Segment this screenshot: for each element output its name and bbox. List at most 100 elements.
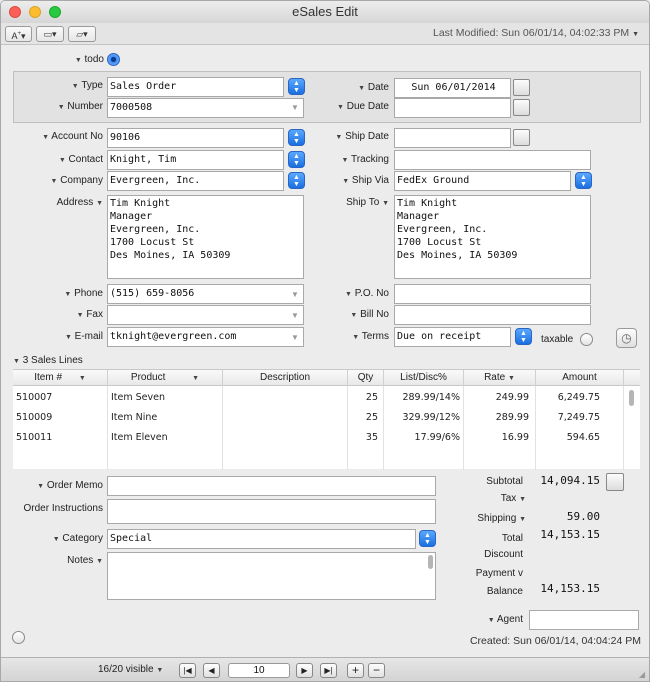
po-no-label: ▼ P.O. No bbox=[345, 288, 389, 299]
col-amount[interactable]: Amount bbox=[536, 370, 624, 386]
due-date-field[interactable] bbox=[394, 98, 511, 118]
col-description[interactable]: Description bbox=[223, 370, 348, 386]
calculator-icon[interactable] bbox=[606, 473, 624, 491]
fax-dropdown-icon[interactable]: ▼ bbox=[291, 311, 299, 320]
contact-popup-icon[interactable]: ▲ ▼ bbox=[288, 151, 305, 168]
ship-via-popup-icon[interactable]: ▲ ▼ bbox=[575, 172, 592, 189]
last-modified-text: Last Modified: Sun 06/01/14, 04:02:33 PM bbox=[433, 27, 630, 39]
email-dropdown-icon[interactable]: ▼ bbox=[291, 333, 299, 342]
date-field[interactable]: Sun 06/01/2014 bbox=[394, 78, 511, 98]
text-size-button[interactable]: A+▾ bbox=[5, 26, 32, 42]
date-label: ▼ Date bbox=[358, 82, 389, 93]
phone-field[interactable]: (515) 659-8056 bbox=[107, 284, 304, 304]
ship-to-field[interactable]: Tim Knight Manager Evergreen, Inc. 1700 … bbox=[394, 195, 591, 279]
notes-scroll-thumb[interactable] bbox=[428, 555, 433, 569]
agent-field[interactable] bbox=[529, 610, 639, 630]
toolbar: A+▾ ▭▾ ▱▾ Last Modified: Sun 06/01/14, 0… bbox=[1, 23, 649, 45]
number-dropdown-icon[interactable]: ▼ bbox=[291, 103, 299, 112]
email-label: ▼ E-mail bbox=[64, 331, 103, 342]
next-record-icon[interactable]: ▶ bbox=[296, 663, 313, 678]
phone-dropdown-icon[interactable]: ▼ bbox=[291, 290, 299, 299]
fax-field[interactable] bbox=[107, 305, 304, 325]
tracking-label: ▼ Tracking bbox=[341, 154, 389, 165]
balance-value: 14,153.15 bbox=[540, 582, 600, 595]
col-item[interactable]: Item # ▼ bbox=[13, 370, 108, 386]
col-product[interactable]: Product ▼ bbox=[108, 370, 223, 386]
phone-label: ▼ Phone bbox=[64, 288, 103, 299]
order-instructions-label: Order Instructions bbox=[23, 503, 103, 514]
record-number-field[interactable]: 10 bbox=[228, 663, 290, 678]
order-instructions-field[interactable] bbox=[107, 499, 436, 524]
table-row[interactable]: 510009 Item Nine 25 329.99/12% 289.99 7,… bbox=[13, 408, 623, 428]
ship-via-field[interactable]: FedEx Ground bbox=[394, 171, 571, 191]
shipping-label: Shipping ▼ bbox=[477, 513, 526, 524]
add-record-icon[interactable]: + bbox=[347, 663, 364, 678]
order-memo-field[interactable] bbox=[107, 476, 436, 496]
table-scrollbar[interactable] bbox=[625, 388, 637, 468]
terms-field[interactable]: Due on receipt bbox=[394, 327, 511, 347]
date-calendar-icon[interactable] bbox=[513, 79, 530, 96]
scroll-thumb[interactable] bbox=[629, 390, 634, 406]
subtotal-value: 14,094.15 bbox=[540, 474, 600, 487]
tracking-field[interactable] bbox=[394, 150, 591, 170]
title-bar: eSales Edit bbox=[1, 1, 649, 23]
category-field[interactable]: Special bbox=[107, 529, 416, 549]
type-popup-icon[interactable]: ▲ ▼ bbox=[288, 78, 305, 95]
address-field[interactable]: Tim Knight Manager Evergreen, Inc. 1700 … bbox=[107, 195, 304, 279]
notes-field[interactable] bbox=[107, 552, 436, 600]
record-navigation-bar: 16/20 visible ▼ |◀ ◀ 10 ▶ ▶| + − ◢ bbox=[1, 657, 649, 681]
category-label: ▼ Category bbox=[52, 533, 103, 544]
company-field[interactable]: Evergreen, Inc. bbox=[107, 171, 284, 191]
payment-label[interactable]: Payment v bbox=[441, 567, 523, 581]
todo-radio[interactable] bbox=[107, 53, 120, 66]
chevron-down-icon: ▼ bbox=[632, 31, 639, 38]
taxable-radio[interactable] bbox=[580, 333, 593, 346]
fax-label: ▼ Fax bbox=[76, 309, 103, 320]
first-record-icon[interactable]: |◀ bbox=[179, 663, 196, 678]
account-no-field[interactable]: 90106 bbox=[107, 128, 284, 148]
company-popup-icon[interactable]: ▲ ▼ bbox=[288, 172, 305, 189]
close-button[interactable] bbox=[9, 6, 21, 18]
category-popup-icon[interactable]: ▲ ▼ bbox=[419, 530, 436, 547]
sales-lines-header[interactable]: ▼ 3 Sales Lines bbox=[13, 354, 83, 369]
table-header: Item # ▼ Product ▼ Description Qty List/… bbox=[13, 370, 640, 386]
type-field[interactable]: Sales Order bbox=[107, 77, 284, 97]
col-rate[interactable]: Rate ▼ bbox=[464, 370, 536, 386]
notes-label: Notes ▼ bbox=[67, 555, 103, 566]
ship-via-label: ▼ Ship Via bbox=[342, 175, 389, 186]
window-title: eSales Edit bbox=[292, 4, 358, 19]
table-row[interactable]: 510011 Item Eleven 35 17.99/6% 16.99 594… bbox=[13, 428, 623, 448]
last-record-icon[interactable]: ▶| bbox=[320, 663, 337, 678]
ship-to-label: Ship To ▼ bbox=[346, 197, 389, 208]
col-qty[interactable]: Qty bbox=[348, 370, 384, 386]
table-row[interactable]: 510007 Item Seven 25 289.99/14% 249.99 6… bbox=[13, 388, 623, 408]
notes-button[interactable]: ▱▾ bbox=[68, 26, 96, 42]
number-field[interactable]: 7000508 bbox=[107, 98, 304, 118]
layout-button[interactable]: ▭▾ bbox=[36, 26, 64, 42]
visible-count-menu[interactable]: 16/20 visible ▼ bbox=[98, 664, 163, 675]
terms-popup-icon[interactable]: ▲ ▼ bbox=[515, 328, 532, 345]
ship-date-label: ▼ Ship Date bbox=[335, 131, 389, 142]
ship-date-field[interactable] bbox=[394, 128, 511, 148]
account-popup-icon[interactable]: ▲ ▼ bbox=[288, 129, 305, 146]
minimize-button[interactable] bbox=[29, 6, 41, 18]
terms-label: ▼ Terms bbox=[352, 331, 389, 342]
previous-record-icon[interactable]: ◀ bbox=[203, 663, 220, 678]
delete-record-icon[interactable]: − bbox=[368, 663, 385, 678]
company-label: ▼ Company bbox=[50, 175, 103, 186]
resize-grip-icon[interactable]: ◢ bbox=[639, 670, 645, 679]
contact-field[interactable]: Knight, Tim bbox=[107, 150, 284, 170]
zoom-button[interactable] bbox=[49, 6, 61, 18]
po-no-field[interactable] bbox=[394, 284, 591, 304]
email-field[interactable]: tknight@evergreen.com bbox=[107, 327, 304, 347]
ship-date-calendar-icon[interactable] bbox=[513, 129, 530, 146]
account-no-label: ▼ Account No bbox=[42, 131, 103, 142]
due-date-calendar-icon[interactable] bbox=[513, 99, 530, 116]
balance-label: Balance bbox=[486, 586, 523, 597]
sales-lines-table: Item # ▼ Product ▼ Description Qty List/… bbox=[13, 369, 640, 470]
col-list[interactable]: List/Disc% bbox=[384, 370, 464, 386]
lock-icon[interactable]: ◷ bbox=[616, 328, 637, 348]
last-modified-menu[interactable]: Last Modified: Sun 06/01/14, 04:02:33 PM… bbox=[433, 27, 639, 39]
bill-no-field[interactable] bbox=[394, 305, 591, 325]
record-radio[interactable] bbox=[12, 631, 25, 644]
